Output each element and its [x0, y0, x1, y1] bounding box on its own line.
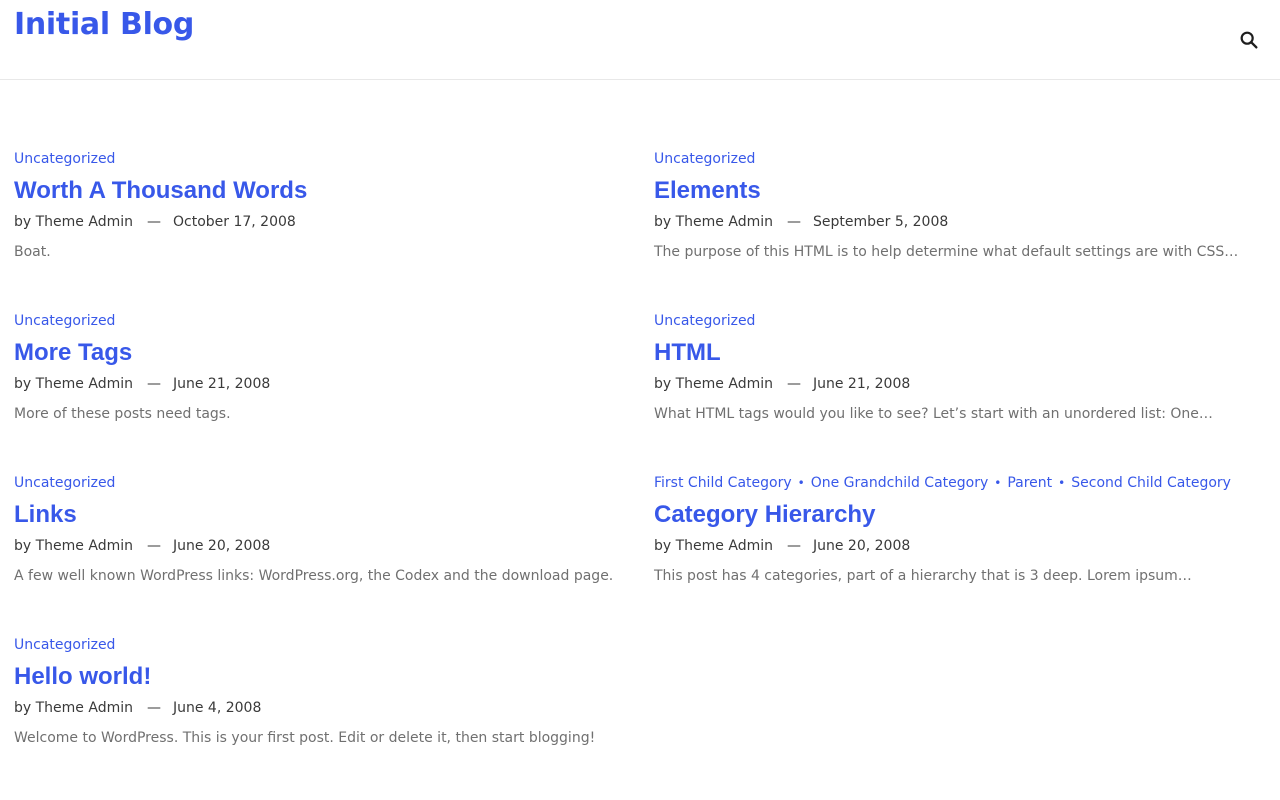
post-title-link[interactable]: Elements — [654, 176, 761, 206]
post-excerpt: This post has 4 categories, part of a hi… — [654, 568, 1192, 584]
post-card: Uncategorized Links by Theme Admin — June … — [14, 473, 634, 586]
category-link[interactable]: Uncategorized — [14, 637, 115, 653]
post-meta: by Theme Admin — June 21, 2008 — [654, 374, 1274, 394]
post-categories: Uncategorized — [14, 311, 634, 331]
post-title-link[interactable]: Category Hierarchy — [654, 500, 875, 530]
meta-separator: — — [146, 700, 161, 716]
post-meta: by Theme Admin — June 20, 2008 — [654, 536, 1274, 556]
category-separator: • — [994, 476, 1002, 490]
post-card: Uncategorized Elements by Theme Admin — Se… — [654, 149, 1274, 262]
post-title-link[interactable]: HTML — [654, 338, 721, 368]
post-card: Uncategorized Worth A Thousand Words by … — [14, 149, 634, 262]
post-author-link[interactable]: Theme Admin — [676, 214, 773, 230]
meta-separator: — — [786, 214, 801, 230]
post-excerpt: More of these posts need tags. — [14, 406, 231, 422]
post-author-link[interactable]: Theme Admin — [36, 538, 133, 554]
post-by-label: by — [14, 376, 32, 392]
category-link[interactable]: Second Child Category — [1071, 475, 1231, 491]
post-date-link[interactable]: September 5, 2008 — [813, 214, 948, 230]
category-link[interactable]: First Child Category — [654, 475, 792, 491]
post-title-link[interactable]: More Tags — [14, 338, 132, 368]
meta-separator: — — [786, 376, 801, 392]
post-title-link[interactable]: Worth A Thousand Words — [14, 176, 307, 206]
post-excerpt: The purpose of this HTML is to help dete… — [654, 244, 1239, 260]
post-date-link[interactable]: June 21, 2008 — [813, 376, 910, 392]
category-link[interactable]: One Grandchild Category — [811, 475, 989, 491]
post-by-label: by — [14, 538, 32, 554]
post-author-link[interactable]: Theme Admin — [36, 376, 133, 392]
post-excerpt: A few well known WordPress links: WordPr… — [14, 568, 614, 584]
post-author-link[interactable]: Theme Admin — [36, 214, 133, 230]
post-categories: Uncategorized — [654, 149, 1274, 169]
post-by-label: by — [654, 376, 672, 392]
search-icon — [1240, 31, 1258, 49]
post-date-link[interactable]: June 20, 2008 — [813, 538, 910, 554]
category-link[interactable]: Uncategorized — [14, 151, 115, 167]
post-title-link[interactable]: Links — [14, 500, 77, 530]
post-card: Uncategorized Hello world! by Theme Admi… — [14, 635, 634, 748]
post-author-link[interactable]: Theme Admin — [676, 376, 773, 392]
post-meta: by Theme Admin — September 5, 2008 — [654, 212, 1274, 232]
post-excerpt: What HTML tags would you like to see? Le… — [654, 406, 1213, 422]
post-card: Uncategorized HTML by Theme Admin — June 2… — [654, 311, 1274, 424]
post-categories: Uncategorized — [14, 149, 634, 169]
post-title-link[interactable]: Hello world! — [14, 662, 151, 692]
post-categories: First Child Category • One Grandchild Cate… — [654, 473, 1274, 493]
post-date-link[interactable]: June 4, 2008 — [173, 700, 261, 716]
post-excerpt: Welcome to WordPress. This is your first… — [14, 730, 596, 746]
category-link[interactable]: Uncategorized — [14, 313, 115, 329]
meta-separator: — — [146, 376, 161, 392]
post-categories: Uncategorized — [654, 311, 1274, 331]
meta-separator: — — [146, 538, 161, 554]
post-by-label: by — [654, 538, 672, 554]
post-meta: by Theme Admin — June 20, 2008 — [14, 536, 634, 556]
post-categories: Uncategorized — [14, 635, 634, 655]
category-link[interactable]: Uncategorized — [14, 475, 115, 491]
post-by-label: by — [14, 214, 32, 230]
category-link[interactable]: Uncategorized — [654, 313, 755, 329]
meta-separator: — — [786, 538, 801, 554]
post-date-link[interactable]: October 17, 2008 — [173, 214, 296, 230]
category-separator: • — [1058, 476, 1066, 490]
meta-separator: — — [146, 214, 161, 230]
post-author-link[interactable]: Theme Admin — [36, 700, 133, 716]
post-by-label: by — [14, 700, 32, 716]
post-by-label: by — [654, 214, 672, 230]
post-meta: by Theme Admin — June 4, 2008 — [14, 698, 634, 718]
post-card: First Child Category • One Grandchild Cate… — [654, 473, 1274, 586]
post-card: Uncategorized More Tags by Theme Admin — J… — [14, 311, 634, 424]
post-categories: Uncategorized — [14, 473, 634, 493]
post-meta: by Theme Admin — October 17, 2008 — [14, 212, 634, 232]
category-link[interactable]: Uncategorized — [654, 151, 755, 167]
post-date-link[interactable]: June 20, 2008 — [173, 538, 270, 554]
post-date-link[interactable]: June 21, 2008 — [173, 376, 270, 392]
post-author-link[interactable]: Theme Admin — [676, 538, 773, 554]
post-excerpt: Boat. — [14, 244, 51, 260]
site-title-link[interactable]: Initial Blog — [14, 4, 194, 46]
search-button[interactable] — [1238, 29, 1260, 51]
category-link[interactable]: Parent — [1007, 475, 1052, 491]
category-separator: • — [797, 476, 805, 490]
post-meta: by Theme Admin — June 21, 2008 — [14, 374, 634, 394]
site-header: Initial Blog — [0, 0, 1280, 80]
